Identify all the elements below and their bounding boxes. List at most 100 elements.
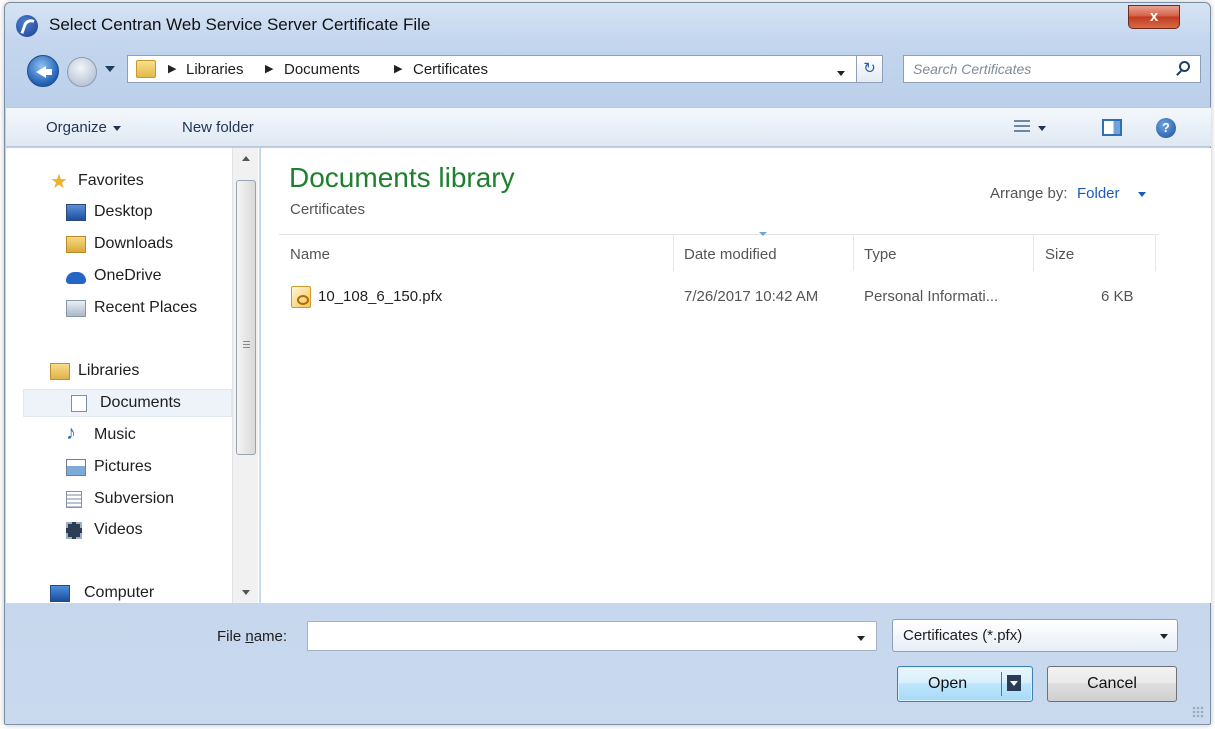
file-size: 6 KB: [1101, 288, 1134, 305]
nav-item-documents[interactable]: Documents: [23, 389, 232, 417]
help-icon[interactable]: ?: [1156, 118, 1176, 138]
chevron-right-icon[interactable]: ▶: [394, 62, 402, 75]
view-options-dropdown-icon[interactable]: [1038, 126, 1046, 131]
chevron-right-icon[interactable]: ▶: [168, 62, 176, 75]
column-divider[interactable]: [853, 235, 854, 271]
breadcrumb-libraries[interactable]: Libraries: [186, 61, 244, 78]
file-name: 10_108_6_150.pfx: [318, 288, 443, 305]
open-label: Open: [928, 675, 968, 692]
file-list-pane[interactable]: Documents library Certificates Arrange b…: [261, 148, 1211, 603]
label-part: File: [217, 628, 246, 645]
nav-item-music[interactable]: ♪ Music: [66, 422, 292, 450]
file-type-select[interactable]: Certificates (*.pfx): [892, 619, 1178, 652]
nav-item-videos[interactable]: Videos: [66, 517, 292, 545]
folder-icon: [136, 60, 156, 78]
breadcrumb-certificates[interactable]: Certificates: [413, 61, 488, 78]
nav-item-desktop[interactable]: Desktop: [66, 199, 292, 227]
library-subtitle: Certificates: [290, 201, 366, 218]
organize-button[interactable]: Organize: [46, 119, 121, 136]
chevron-down-icon[interactable]: [1138, 192, 1146, 197]
open-button[interactable]: Open: [897, 666, 1033, 702]
column-header-size[interactable]: Size: [1045, 246, 1074, 263]
breadcrumb-documents[interactable]: Documents: [284, 61, 360, 78]
certificate-file-icon: [291, 286, 311, 308]
navigation-pane: ★ Favorites Desktop Downloads OneDrive R…: [6, 148, 260, 603]
new-folder-button[interactable]: New folder: [182, 119, 254, 136]
window-title: Select Centran Web Service Server Certif…: [49, 15, 431, 34]
resize-grip-icon[interactable]: [1192, 706, 1204, 718]
cancel-button[interactable]: Cancel: [1047, 666, 1177, 702]
nav-item-label: OneDrive: [94, 267, 162, 284]
address-row: ▶ Libraries ▶ Documents ▶ Certificates ↻: [5, 51, 1210, 91]
app-logo-icon: [16, 15, 38, 37]
scroll-thumb[interactable]: [236, 180, 256, 455]
star-icon: ★: [50, 171, 68, 193]
nav-scrollbar[interactable]: [232, 148, 258, 603]
organize-label: Organize: [46, 119, 107, 136]
desktop-icon: [66, 204, 86, 221]
nav-item-subversion[interactable]: Subversion: [66, 486, 292, 514]
search-box[interactable]: [903, 55, 1201, 83]
file-date-modified: 7/26/2017 10:42 AM: [684, 288, 819, 305]
refresh-icon: ↻: [863, 60, 876, 77]
preview-pane-icon[interactable]: [1102, 119, 1122, 136]
table-row[interactable]: 10_108_6_150.pfx 7/26/2017 10:42 AM Pers…: [279, 284, 1159, 312]
subversion-icon: [66, 491, 82, 508]
chevron-right-icon[interactable]: ▶: [265, 62, 273, 75]
sort-indicator-icon: [759, 232, 767, 236]
column-divider[interactable]: [673, 235, 674, 271]
chevron-down-icon: [1160, 634, 1168, 639]
chevron-down-icon[interactable]: [857, 636, 865, 641]
grip-icon: [243, 341, 250, 348]
search-input[interactable]: [905, 57, 1167, 81]
nav-item-label: Videos: [94, 521, 143, 538]
forward-button[interactable]: [67, 57, 97, 87]
nav-item-label: Downloads: [94, 235, 174, 252]
scroll-down-icon[interactable]: [242, 590, 250, 595]
address-bar[interactable]: ▶ Libraries ▶ Documents ▶ Certificates: [127, 55, 857, 83]
column-header-name[interactable]: Name: [290, 246, 330, 263]
column-header-date-modified[interactable]: Date modified: [684, 246, 777, 263]
nav-item-label: Favorites: [78, 172, 144, 189]
column-header-row: Name Date modified Type Size: [279, 232, 1159, 271]
nav-item-label: Pictures: [94, 458, 152, 475]
nav-item-onedrive[interactable]: OneDrive: [66, 263, 292, 291]
label-part: ame:: [253, 628, 288, 645]
downloads-folder-icon: [66, 236, 86, 253]
scroll-up-icon[interactable]: [242, 156, 250, 161]
cloud-icon: [66, 272, 86, 284]
column-divider[interactable]: [1155, 235, 1156, 271]
column-header-type[interactable]: Type: [864, 246, 897, 263]
nav-item-recent-places[interactable]: Recent Places: [66, 295, 292, 323]
nav-item-pictures[interactable]: Pictures: [66, 454, 292, 482]
nav-item-downloads[interactable]: Downloads: [66, 231, 292, 259]
close-icon: x: [1149, 8, 1159, 25]
change-view-icon[interactable]: [1014, 120, 1030, 134]
file-type: Personal Informati...: [864, 288, 999, 305]
address-dropdown-icon[interactable]: [837, 71, 845, 76]
back-button[interactable]: [27, 55, 59, 87]
nav-item-label: Libraries: [78, 362, 140, 379]
close-button[interactable]: x: [1128, 5, 1180, 29]
title-bar[interactable]: Select Centran Web Service Server Certif…: [5, 3, 1210, 45]
file-name-label: File name:: [217, 628, 287, 645]
nav-item-label: Desktop: [94, 203, 153, 220]
nav-item-label: Subversion: [94, 490, 175, 507]
nav-item-label: Music: [94, 426, 136, 443]
chevron-down-icon: [112, 125, 121, 131]
search-icon[interactable]: [1179, 61, 1190, 72]
nav-item-label: Computer: [84, 584, 155, 601]
refresh-button[interactable]: ↻: [857, 55, 883, 83]
recent-places-icon: [66, 300, 86, 317]
arrange-by-label: Arrange by:: [990, 185, 1068, 202]
column-divider[interactable]: [1033, 235, 1034, 271]
library-title: Documents library: [289, 162, 515, 193]
libraries-icon: [50, 363, 70, 380]
file-open-dialog: Select Centran Web Service Server Certif…: [4, 2, 1211, 725]
label-accelerator: n: [245, 628, 254, 645]
open-options-dropdown-icon[interactable]: [1007, 675, 1021, 691]
file-name-input[interactable]: [307, 621, 877, 651]
recent-pages-dropdown-icon[interactable]: [105, 66, 115, 72]
arrange-by-dropdown[interactable]: Folder: [1077, 185, 1120, 202]
nav-item-label: Recent Places: [94, 299, 198, 316]
